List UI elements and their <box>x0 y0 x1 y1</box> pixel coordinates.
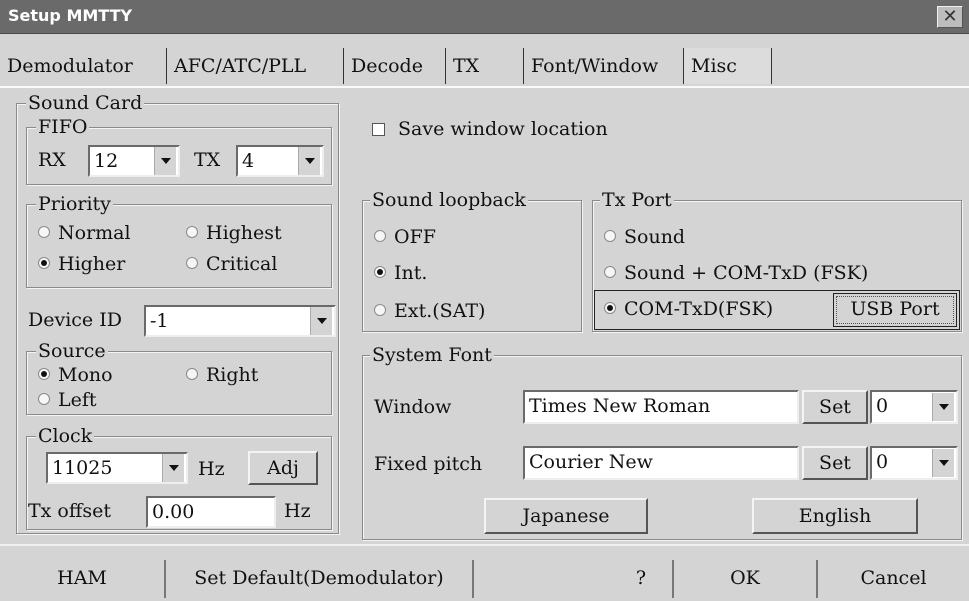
sound-card-legend: Sound Card <box>26 92 145 114</box>
radio-selected-icon <box>604 302 616 314</box>
tab-tx[interactable]: TX <box>446 48 524 84</box>
priority-higher-label: Higher <box>58 253 126 275</box>
tab-font-window[interactable]: Font/Window <box>524 48 684 84</box>
clock-unit: Hz <box>198 458 225 480</box>
rx-label: RX <box>38 149 66 171</box>
radio-icon <box>186 368 198 380</box>
priority-critical-label: Critical <box>206 253 278 275</box>
loopback-int-label: Int. <box>394 262 428 284</box>
title-bar <box>0 0 969 34</box>
ham-button[interactable]: HAM <box>0 560 166 598</box>
source-left-label: Left <box>58 389 97 411</box>
window-font-set-button[interactable]: Set <box>802 390 868 424</box>
chevron-down-icon[interactable] <box>154 147 176 175</box>
ok-button[interactable]: OK <box>674 560 818 598</box>
loopback-ext-label: Ext.(SAT) <box>394 300 486 322</box>
radio-icon <box>604 266 616 278</box>
window-font-label: Window <box>374 396 452 418</box>
source-right-radio[interactable]: Right <box>186 364 258 386</box>
loopback-int-radio[interactable]: Int. <box>374 262 427 284</box>
radio-icon <box>374 230 386 242</box>
priority-legend: Priority <box>36 193 113 215</box>
english-button[interactable]: English <box>752 498 918 534</box>
tx-offset-unit: Hz <box>284 500 311 522</box>
tab-demodulator[interactable]: Demodulator <box>0 48 167 84</box>
chevron-down-icon[interactable] <box>310 307 332 335</box>
priority-highest-label: Highest <box>206 222 282 244</box>
japanese-button[interactable]: Japanese <box>484 498 648 534</box>
device-id-select[interactable]: -1 <box>144 305 336 337</box>
radio-selected-icon <box>374 266 386 278</box>
chevron-down-icon[interactable] <box>932 393 954 421</box>
tx-port-sound-com-radio[interactable]: Sound + COM-TxD (FSK) <box>604 262 868 284</box>
clock-legend: Clock <box>36 425 95 447</box>
window-font-input[interactable]: Times New Roman <box>523 390 799 424</box>
tx-port-legend: Tx Port <box>600 189 674 211</box>
radio-icon <box>374 304 386 316</box>
radio-icon <box>186 257 198 269</box>
chevron-down-icon[interactable] <box>932 449 954 477</box>
priority-group <box>26 204 332 288</box>
tx-port-sound-com-label: Sound + COM-TxD (FSK) <box>624 262 869 284</box>
close-icon[interactable]: ✕ <box>937 6 963 28</box>
chevron-down-icon[interactable] <box>298 147 320 175</box>
tx-port-sound-radio[interactable]: Sound <box>604 226 685 248</box>
radio-icon <box>604 230 616 242</box>
fixed-pitch-set-button[interactable]: Set <box>802 446 868 480</box>
priority-normal-radio[interactable]: Normal <box>38 222 131 244</box>
fixed-pitch-input[interactable]: Courier New <box>523 446 799 480</box>
tab-afc-atc-pll[interactable]: AFC/ATC/PLL <box>167 48 344 84</box>
usb-port-button[interactable]: USB Port <box>833 293 957 327</box>
priority-higher-radio[interactable]: Higher <box>38 253 125 275</box>
fixed-pitch-label: Fixed pitch <box>374 453 483 475</box>
loopback-ext-radio[interactable]: Ext.(SAT) <box>374 300 485 322</box>
help-button[interactable]: ? <box>610 560 674 598</box>
source-left-radio[interactable]: Left <box>38 389 97 411</box>
tab-divider <box>0 86 969 88</box>
source-right-label: Right <box>206 364 259 386</box>
radio-icon <box>38 393 50 405</box>
save-window-location-checkbox[interactable] <box>372 123 385 136</box>
tab-decode[interactable]: Decode <box>344 48 446 84</box>
radio-icon <box>186 226 198 238</box>
tab-misc[interactable]: Misc <box>684 48 772 84</box>
source-legend: Source <box>36 340 108 362</box>
tx-port-com-label: COM-TxD(FSK) <box>624 298 774 320</box>
fifo-legend: FIFO <box>36 116 90 138</box>
window-title: Setup MMTTY <box>8 6 133 25</box>
device-id-label: Device ID <box>28 309 122 331</box>
radio-selected-icon <box>38 368 50 380</box>
source-mono-label: Mono <box>58 364 113 386</box>
source-mono-radio[interactable]: Mono <box>38 364 113 386</box>
tx-label: TX <box>194 149 221 171</box>
priority-critical-radio[interactable]: Critical <box>186 253 277 275</box>
system-font-legend: System Font <box>370 344 494 366</box>
radio-selected-icon <box>38 257 50 269</box>
cancel-button[interactable]: Cancel <box>818 560 969 598</box>
tx-offset-input[interactable]: 0.00 <box>146 496 276 528</box>
save-window-location-label: Save window location <box>398 118 608 140</box>
priority-normal-label: Normal <box>58 222 131 244</box>
chevron-down-icon[interactable] <box>162 454 184 482</box>
priority-highest-radio[interactable]: Highest <box>186 222 282 244</box>
loopback-off-label: OFF <box>394 226 436 248</box>
tx-port-com-radio[interactable]: COM-TxD(FSK) <box>604 298 773 320</box>
tx-offset-label: Tx offset <box>28 500 111 522</box>
tx-port-sound-label: Sound <box>624 226 686 248</box>
sound-loopback-legend: Sound loopback <box>370 189 528 211</box>
set-default-button[interactable]: Set Default(Demodulator) <box>166 560 474 598</box>
loopback-off-radio[interactable]: OFF <box>374 226 436 248</box>
adj-button[interactable]: Adj <box>248 451 318 485</box>
radio-icon <box>38 226 50 238</box>
